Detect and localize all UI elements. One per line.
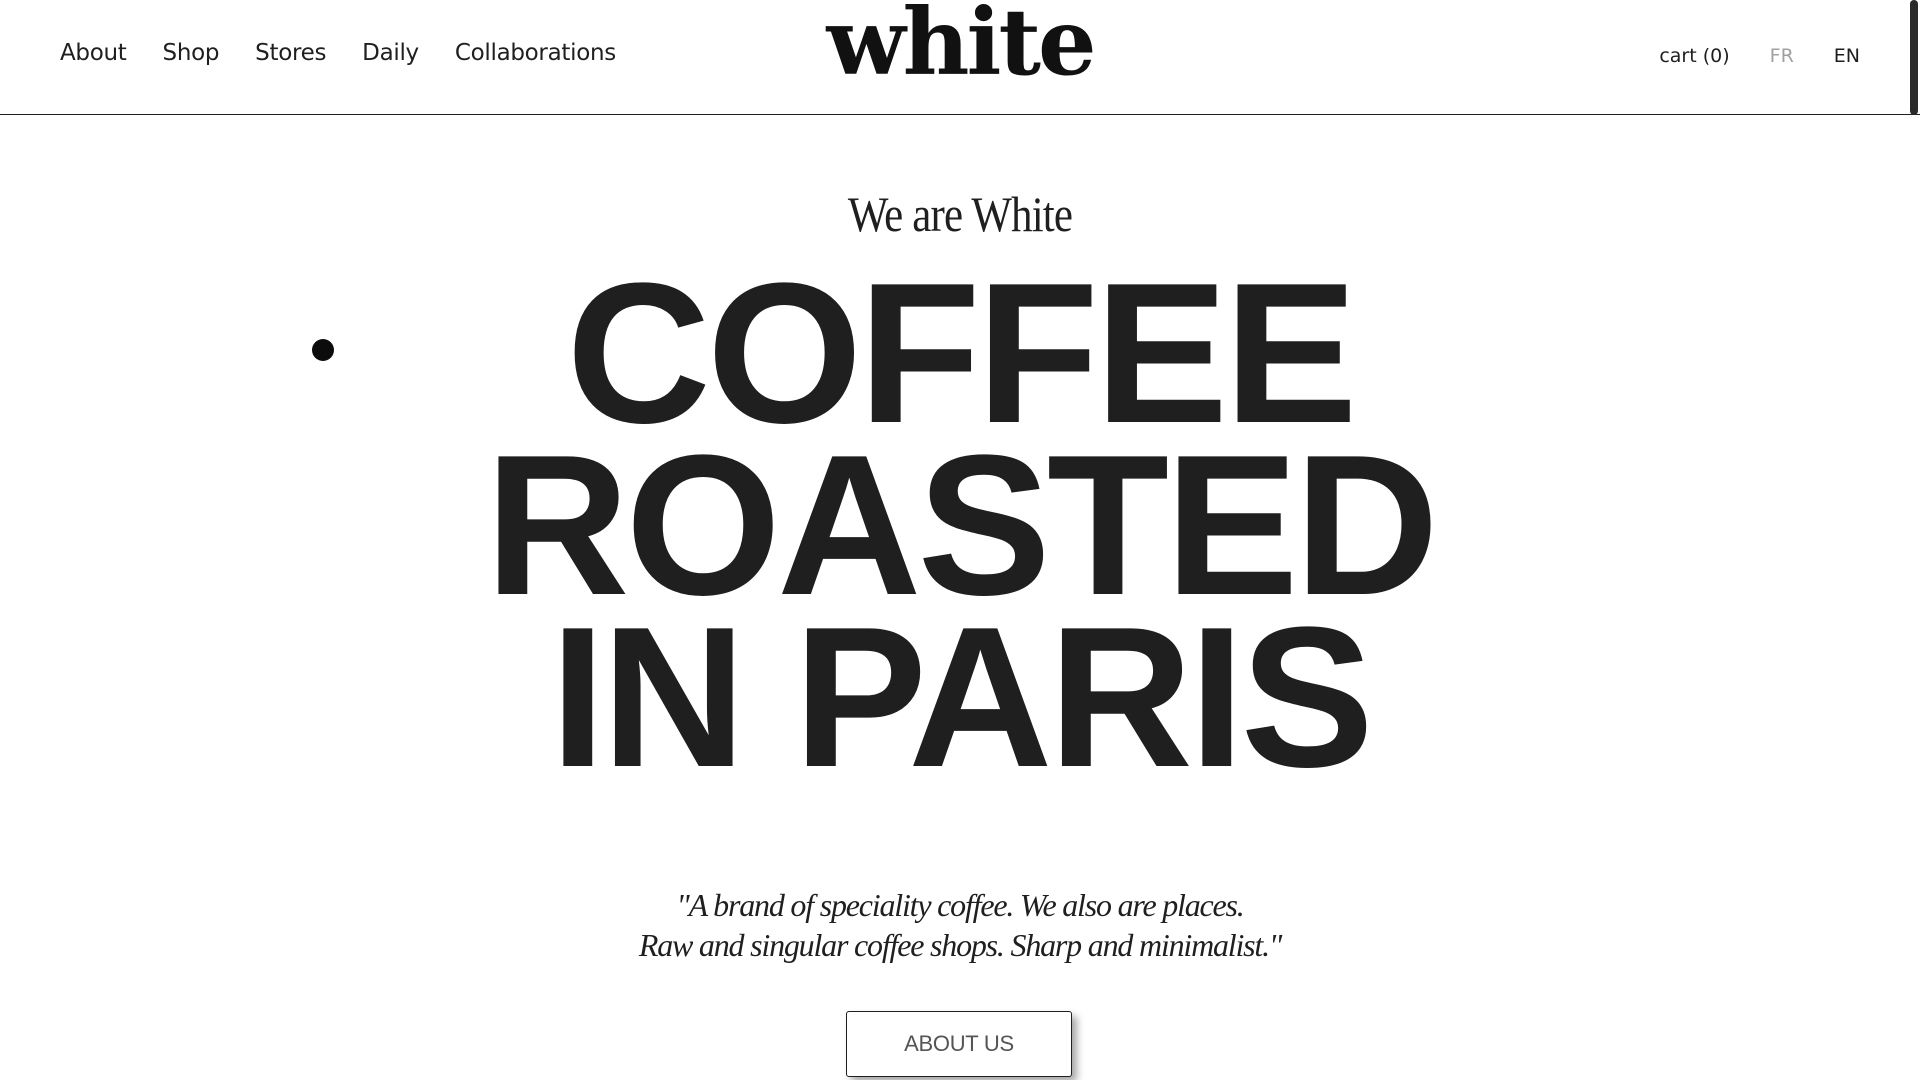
site-logo[interactable]: white [0,0,1920,93]
language-en-link[interactable]: EN [1834,45,1860,67]
hero-kicker: We are White [847,186,1073,242]
hero-headline: COFFEE ROASTED IN PARIS [0,254,1920,809]
cart-link[interactable]: cart (0) [1659,45,1729,67]
language-fr-link[interactable]: FR [1770,45,1794,67]
about-us-button[interactable]: ABOUT US [846,1011,1072,1077]
quote-line-2: Raw and singular coffee shops. Sharp and… [638,927,1282,963]
quote-line-1: "A brand of speciality coffee. We also a… [676,887,1244,923]
headline-line-3: IN PARIS [550,586,1374,809]
page-scrollbar[interactable] [1910,0,1918,115]
brand-quote: "A brand of speciality coffee. We also a… [0,885,1920,965]
site-header: About Shop Stores Daily Collaborations w… [0,0,1920,115]
header-utilities: cart (0) FR EN [1659,45,1860,67]
